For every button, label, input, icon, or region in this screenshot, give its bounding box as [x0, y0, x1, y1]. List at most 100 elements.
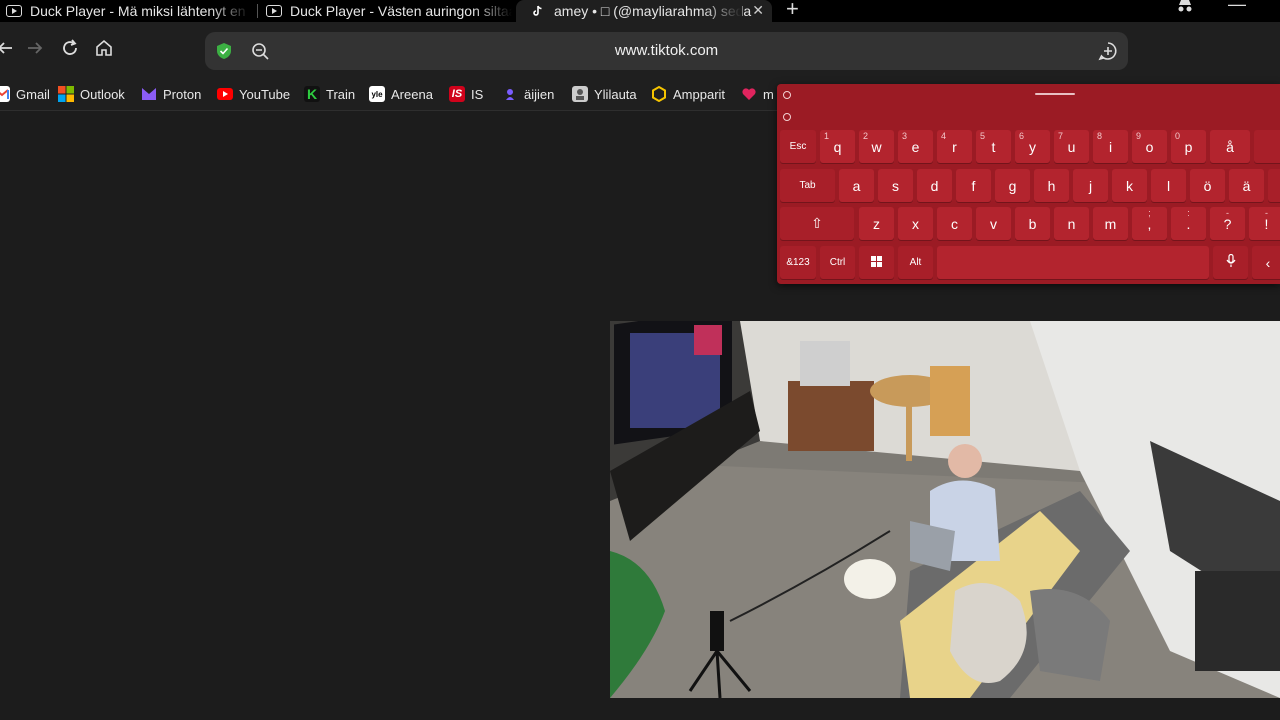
proton-icon [141, 86, 157, 102]
bookmark-label: äijien [524, 86, 555, 102]
key-question[interactable]: -? [1210, 207, 1245, 240]
key-i[interactable]: 8i [1093, 130, 1128, 163]
bookmark-label: Train [326, 86, 356, 102]
tiktok-icon [530, 5, 546, 17]
incognito-icon[interactable] [1176, 0, 1194, 18]
bookmark-areena[interactable]: yle Areena [369, 84, 433, 104]
bookmark-train[interactable]: K Train [304, 84, 355, 104]
forward-button[interactable] [22, 35, 48, 61]
key-z[interactable]: z [859, 207, 894, 240]
key-enter[interactable] [1268, 169, 1280, 202]
bookmark-label: YouTube [239, 86, 291, 102]
bookmark-outlook[interactable]: Outlook [58, 84, 125, 104]
home-button[interactable] [91, 35, 117, 61]
tab-tiktok[interactable]: amey • □ (@mayliarahma) seda ✕ [516, 0, 772, 22]
bookmark-label: Proton [163, 86, 202, 102]
play-icon [266, 5, 282, 17]
bookmark-label: Gmail [16, 86, 50, 102]
key-c[interactable]: c [937, 207, 972, 240]
ylilauta-icon [572, 86, 588, 102]
key-a-umlaut[interactable]: ä [1229, 169, 1264, 202]
key-windows[interactable] [859, 246, 894, 279]
key-microphone[interactable] [1213, 246, 1248, 279]
key-g[interactable]: g [995, 169, 1030, 202]
video-player[interactable] [610, 321, 1280, 698]
bookmark-label: Areena [391, 86, 433, 102]
key-backspace[interactable] [1254, 130, 1280, 163]
train-icon: K [304, 86, 320, 102]
bookmark-ylilauta[interactable]: Ylilauta [572, 84, 637, 104]
key-r[interactable]: 4r [937, 130, 972, 163]
heart-icon [741, 86, 757, 102]
bookmark-label: Ylilauta [594, 86, 637, 102]
bookmark-aijien[interactable]: äijien [502, 84, 554, 104]
close-tab-icon[interactable]: ✕ [752, 2, 764, 19]
is-icon: IS [449, 86, 465, 102]
touch-keyboard: Esc 1q 2w 3e 4r 5t 6y 7u 8i 9o 0p å Tab … [777, 84, 1280, 284]
youtube-icon [217, 88, 233, 100]
chat-icon[interactable] [1098, 41, 1118, 66]
bookmark-is[interactable]: IS IS [449, 84, 483, 104]
key-alt[interactable]: Alt [898, 246, 933, 279]
back-button[interactable] [0, 35, 18, 61]
key-n[interactable]: n [1054, 207, 1089, 240]
key-k[interactable]: k [1112, 169, 1147, 202]
windows-icon [871, 255, 882, 270]
bookmark-label: m [763, 86, 774, 102]
bookmark-ampparit[interactable]: Ampparit [651, 84, 725, 104]
key-space[interactable] [937, 246, 1209, 279]
key-s[interactable]: s [878, 169, 913, 202]
bookmark-m[interactable]: m [741, 84, 774, 104]
key-q[interactable]: 1q [820, 130, 855, 163]
key-o-umlaut[interactable]: ö [1190, 169, 1225, 202]
key-l[interactable]: l [1151, 169, 1186, 202]
minimize-icon[interactable]: — [1228, 0, 1246, 15]
key-x[interactable]: x [898, 207, 933, 240]
key-comma[interactable]: ;, [1132, 207, 1167, 240]
new-tab-button[interactable]: + [786, 0, 799, 22]
key-e[interactable]: 3e [898, 130, 933, 163]
key-a-ring[interactable]: å [1210, 130, 1250, 163]
key-ctrl[interactable]: Ctrl [820, 246, 855, 279]
reload-button[interactable] [57, 35, 83, 61]
key-left-arrow[interactable]: ‹ [1252, 246, 1280, 279]
key-p[interactable]: 0p [1171, 130, 1206, 163]
key-o[interactable]: 9o [1132, 130, 1167, 163]
aijien-icon [502, 86, 518, 102]
key-w[interactable]: 2w [859, 130, 894, 163]
key-j[interactable]: j [1073, 169, 1108, 202]
tab-strip: Duck Player - Mä miksi lähtenyt en Duck … [0, 0, 1280, 22]
gmail-icon [0, 86, 10, 102]
keyboard-settings-icon[interactable] [783, 91, 791, 99]
key-period[interactable]: :. [1171, 207, 1206, 240]
keyboard-drag-handle[interactable] [1035, 93, 1075, 95]
bookmark-label: Ampparit [673, 86, 726, 102]
bottom-strip [0, 698, 1280, 720]
key-exclamation[interactable]: -! [1249, 207, 1280, 240]
key-tab[interactable]: Tab [780, 169, 835, 202]
toolbar: www.tiktok.com [0, 22, 1280, 78]
bookmark-proton[interactable]: Proton [141, 84, 201, 104]
key-f[interactable]: f [956, 169, 991, 202]
bookmark-youtube[interactable]: YouTube [217, 84, 290, 104]
tab-duck-player-1[interactable]: Duck Player - Mä miksi lähtenyt en [6, 0, 250, 22]
key-symbols[interactable]: &123 [780, 246, 816, 279]
key-esc[interactable]: Esc [780, 130, 816, 163]
bookmark-label: IS [471, 86, 484, 102]
key-b[interactable]: b [1015, 207, 1050, 240]
key-t[interactable]: 5t [976, 130, 1011, 163]
key-d[interactable]: d [917, 169, 952, 202]
tab-duck-player-2[interactable]: Duck Player - Västen auringon siltaa [266, 0, 512, 22]
play-icon [6, 5, 22, 17]
key-v[interactable]: v [976, 207, 1011, 240]
key-a[interactable]: a [839, 169, 874, 202]
keyboard-emoji-icon[interactable] [783, 113, 791, 121]
key-u[interactable]: 7u [1054, 130, 1089, 163]
bookmark-gmail[interactable]: Gmail [0, 84, 50, 104]
key-m[interactable]: m [1093, 207, 1128, 240]
key-y[interactable]: 6y [1015, 130, 1050, 163]
key-h[interactable]: h [1034, 169, 1069, 202]
key-shift[interactable]: ⇧ [780, 207, 854, 240]
areena-icon: yle [369, 86, 385, 102]
address-bar[interactable]: www.tiktok.com [205, 32, 1128, 70]
